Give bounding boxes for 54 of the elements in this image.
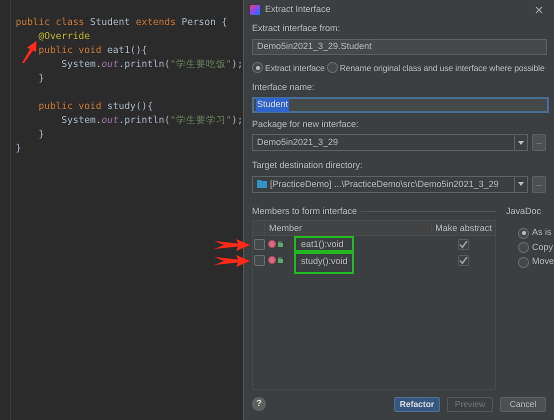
help-button[interactable]: ? — [252, 397, 266, 411]
checkbox[interactable] — [458, 238, 468, 250]
column-header[interactable]: Member — [265, 221, 431, 236]
radio-label[interactable]: Extract interface — [265, 62, 325, 74]
member-name: eat1():void — [301, 238, 344, 251]
dialog-button[interactable]: Refactor — [394, 396, 440, 412]
radio-button[interactable] — [518, 228, 529, 238]
caret-icon — [518, 140, 524, 145]
member-name: study():void — [301, 256, 348, 266]
close-icon[interactable] — [535, 6, 543, 14]
arrow-annotation — [214, 255, 250, 268]
folder-icon — [257, 180, 267, 188]
code-line: @Override — [38, 30, 90, 44]
code-line: public class Student extends Person { — [16, 16, 228, 30]
code-line: System.out.println("学生要学习"); — [61, 114, 243, 128]
code-line: } — [38, 128, 44, 142]
text-field[interactable]: Student — [252, 96, 549, 113]
column-header[interactable]: Make abstract — [431, 221, 495, 236]
field-label: Target destination directory: — [252, 159, 364, 172]
radio-label[interactable]: Copy — [532, 240, 554, 254]
window-title: Extract Interface — [265, 3, 331, 16]
dropdown-value: Demo5in2021_3_29 — [256, 136, 340, 149]
selected-text: Student — [256, 98, 290, 112]
code-line: } — [16, 142, 22, 156]
field-label: Package for new interface: — [252, 118, 360, 131]
radio-label[interactable]: As is — [532, 226, 552, 240]
dropdown-value: [PracticeDemo] ...\PracticeDemo\src\Demo5in2021_3_29 — [269, 178, 500, 191]
code-line: } — [38, 72, 44, 86]
radio-label[interactable]: Rename original class and use interface where possible — [340, 62, 545, 74]
directory-dropdown[interactable]: [PracticeDemo] ...\PracticeDemo\src\Demo5in2021_3_29 — [252, 176, 528, 193]
package-dropdown[interactable]: Demo5in2021_3_29 — [252, 134, 528, 152]
app-logo-icon — [250, 5, 260, 15]
section-label: JavaDoc — [506, 204, 542, 218]
field-label: Interface name: — [252, 81, 316, 94]
arrow-annotation — [21, 41, 37, 63]
code-line: public void eat1(){ — [38, 44, 148, 58]
arrow-annotation — [214, 239, 250, 252]
radio-button[interactable] — [518, 242, 529, 253]
field-label: Extract interface from: — [252, 22, 342, 35]
lock-icon — [278, 241, 284, 248]
code-line: public void study(){ — [38, 100, 153, 114]
radio-button[interactable] — [326, 62, 338, 74]
lock-icon — [278, 257, 284, 264]
checkbox[interactable] — [254, 238, 264, 250]
checkbox[interactable] — [254, 254, 264, 266]
code-line: System.out.println("学生要吃饭"); — [61, 58, 243, 72]
caret-icon — [518, 182, 524, 186]
radio-button[interactable] — [252, 62, 263, 74]
text-field[interactable]: Demo5in2021_3_29.Student — [252, 38, 547, 54]
radio-label[interactable]: Move — [532, 255, 554, 269]
dialog-button[interactable]: Cancel — [500, 396, 546, 412]
section-label: Members to form interface — [252, 204, 358, 218]
radio-button[interactable] — [518, 256, 529, 268]
checkbox[interactable] — [458, 254, 468, 266]
